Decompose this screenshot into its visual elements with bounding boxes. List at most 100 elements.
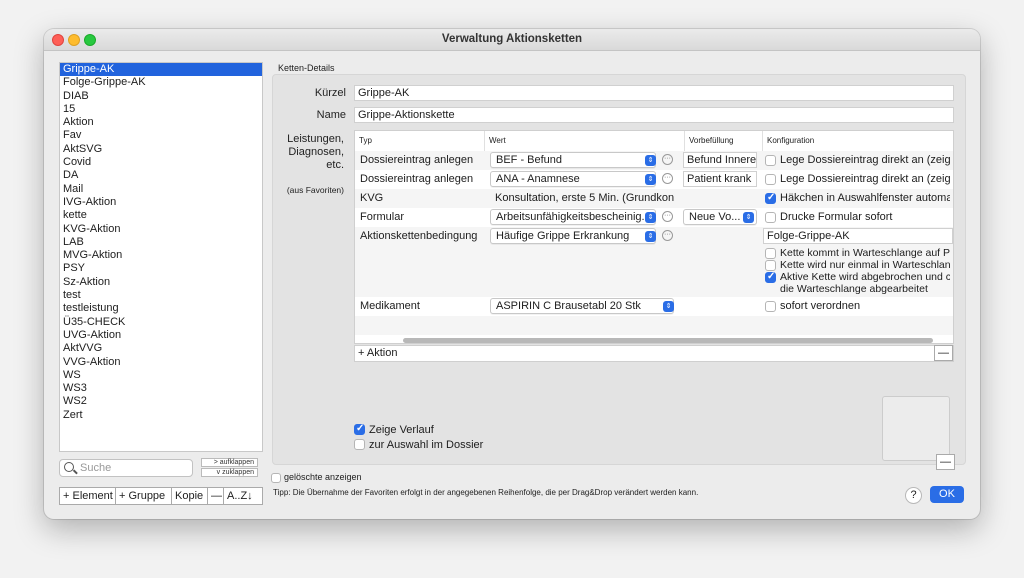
konfig-checkbox[interactable] <box>765 248 776 259</box>
search-input[interactable]: Suche <box>59 459 193 477</box>
title-bar: Verwaltung Aktionsketten <box>44 29 980 51</box>
table-row[interactable] <box>355 316 953 335</box>
konfig-label: sofort verordnen <box>780 300 861 312</box>
remove-action-button[interactable]: — <box>934 345 953 361</box>
konfig-checkbox[interactable] <box>765 271 776 283</box>
ellipsis-icon[interactable]: ··· <box>662 230 673 241</box>
list-item[interactable]: WS <box>60 369 262 382</box>
vorbefuellung-value: Neue Vo... <box>689 211 741 223</box>
ellipsis-icon[interactable]: ··· <box>662 154 673 165</box>
column-header-vorbefuellung[interactable]: Vorbefüllung <box>685 131 763 151</box>
wert-select[interactable]: ANA - Anamnese <box>490 171 656 187</box>
list-item[interactable]: WS3 <box>60 382 262 395</box>
folge-kette-field[interactable]: Folge-Grippe-AK <box>763 228 953 244</box>
list-item[interactable]: Covid <box>60 156 262 169</box>
konfig-checkbox[interactable] <box>765 301 776 312</box>
show-deleted-label: gelöschte anzeigen <box>284 472 362 482</box>
horizontal-scrollbar[interactable] <box>403 338 933 343</box>
konfig-checkbox[interactable] <box>765 192 776 204</box>
list-item[interactable]: test <box>60 289 262 302</box>
list-item[interactable]: PSY <box>60 262 262 275</box>
search-icon <box>64 462 74 472</box>
action-chain-list[interactable]: Grippe-AK Folge-Grippe-AK DIAB 15 Aktion Fav A… <box>59 62 263 452</box>
table-row[interactable]: KVG Konsultation, erste 5 Min. (Grundkon… <box>355 189 953 208</box>
preview-box <box>882 396 950 461</box>
expand-button[interactable]: > aufklappen <box>201 458 258 467</box>
window-title: Verwaltung Aktionsketten <box>441 33 583 45</box>
cell-typ: Medikament <box>360 300 420 312</box>
list-item[interactable]: 15 <box>60 103 262 116</box>
list-item[interactable]: Sz-Aktion <box>60 276 262 289</box>
list-item[interactable]: KVG-Aktion <box>60 223 262 236</box>
cell-typ: Formular <box>360 211 405 223</box>
collapse-button[interactable]: v zuklappen <box>201 468 258 477</box>
vorbefuellung-field[interactable]: Befund Innereie <box>683 152 757 168</box>
list-item[interactable]: VVG-Aktion <box>60 356 262 369</box>
list-item[interactable]: kette <box>60 209 262 222</box>
table-row[interactable]: Formular Arbeitsunfähigkeitsbescheinig..… <box>355 208 953 227</box>
remove-button[interactable]: — <box>208 488 224 504</box>
konfig-label: Drucke Formular sofort <box>780 211 893 223</box>
wert-value: ASPIRIN C Brausetabl 20 Stk <box>496 300 641 312</box>
vorbefuellung-field[interactable]: Patient krank <box>683 171 757 187</box>
wert-select[interactable]: Arbeitsunfähigkeitsbescheinig... <box>490 209 656 225</box>
list-item[interactable]: DIAB <box>60 90 262 103</box>
ok-button[interactable]: OK <box>930 486 964 503</box>
sort-button[interactable]: A..Z↓ <box>224 488 262 504</box>
list-item[interactable]: Mail <box>60 183 262 196</box>
help-button[interactable]: ? <box>905 487 922 504</box>
konfig-checkbox[interactable] <box>765 174 776 185</box>
konfig-label: Lege Dossiereintrag direkt an (zeige <box>780 173 950 185</box>
list-item[interactable]: WS2 <box>60 395 262 408</box>
tip-text: Tipp: Die Übernahme der Favoriten erfolg… <box>273 488 699 497</box>
wert-select[interactable]: BEF - Befund <box>490 152 656 168</box>
add-action-button[interactable]: + Aktion <box>358 347 397 359</box>
zur-auswahl-checkbox[interactable] <box>354 439 365 450</box>
name-field[interactable]: Grippe-Aktionskette <box>354 107 954 123</box>
wert-value: BEF - Befund <box>496 154 563 166</box>
list-item[interactable]: Zert <box>60 409 262 422</box>
kuerzel-field[interactable]: Grippe-AK <box>354 85 954 101</box>
main-window: Verwaltung Aktionsketten Grippe-AK Folge-… <box>44 29 980 519</box>
updown-icon: ⇕ <box>645 155 656 166</box>
list-item[interactable]: DA <box>60 169 262 182</box>
updown-icon: ⇕ <box>645 212 656 223</box>
show-deleted-checkbox[interactable] <box>271 473 281 483</box>
list-item[interactable]: Folge-Grippe-AK <box>60 76 262 89</box>
list-item[interactable]: Fav <box>60 129 262 142</box>
table-row[interactable]: Medikament ASPIRIN C Brausetabl 20 Stk ⇕… <box>355 297 953 316</box>
wert-value: Arbeitsunfähigkeitsbescheinig... <box>496 211 651 223</box>
column-header-typ[interactable]: Typ <box>355 131 485 151</box>
table-row[interactable]: Dossiereintrag anlegen ANA - Anamnese ⇕ … <box>355 170 953 189</box>
preview-remove-button[interactable]: — <box>936 454 955 470</box>
konfig-checkbox[interactable] <box>765 260 776 271</box>
list-item[interactable]: MVG-Aktion <box>60 249 262 262</box>
konfig-checkbox[interactable] <box>765 212 776 223</box>
zeige-verlauf-label: Zeige Verlauf <box>369 424 434 436</box>
column-header-wert[interactable]: Wert <box>485 131 685 151</box>
list-item[interactable]: Ü35-CHECK <box>60 316 262 329</box>
konfig-label: Kette wird nur einmal in Warteschlan <box>780 259 950 271</box>
ellipsis-icon[interactable]: ··· <box>662 211 673 222</box>
wert-select[interactable]: Häufige Grippe Erkrankung <box>490 228 656 244</box>
table-row[interactable]: Aktionskettenbedingung Häufige Grippe Er… <box>355 227 953 297</box>
list-item[interactable]: Aktion <box>60 116 262 129</box>
ellipsis-icon[interactable]: ··· <box>662 173 673 184</box>
add-element-button[interactable]: + Element <box>60 488 116 504</box>
wert-select[interactable]: ASPIRIN C Brausetabl 20 Stk <box>490 298 674 314</box>
add-group-button[interactable]: + Gruppe <box>116 488 172 504</box>
wert-value: ANA - Anamnese <box>496 173 580 185</box>
list-item[interactable]: AktVVG <box>60 342 262 355</box>
list-item[interactable]: UVG-Aktion <box>60 329 262 342</box>
column-header-konfiguration[interactable]: Konfiguration <box>763 131 953 151</box>
list-item[interactable]: Grippe-AK <box>60 63 262 77</box>
list-item[interactable]: testleistung <box>60 302 262 315</box>
list-item[interactable]: AktSVG <box>60 143 262 156</box>
copy-button[interactable]: Kopie <box>172 488 208 504</box>
list-item[interactable]: IVG-Aktion <box>60 196 262 209</box>
list-item[interactable]: LAB <box>60 236 262 249</box>
table-row[interactable]: Dossiereintrag anlegen BEF - Befund ⇕ ··… <box>355 151 953 170</box>
konfig-checkbox[interactable] <box>765 155 776 166</box>
updown-icon: ⇕ <box>645 174 656 185</box>
zeige-verlauf-checkbox[interactable] <box>354 423 365 435</box>
